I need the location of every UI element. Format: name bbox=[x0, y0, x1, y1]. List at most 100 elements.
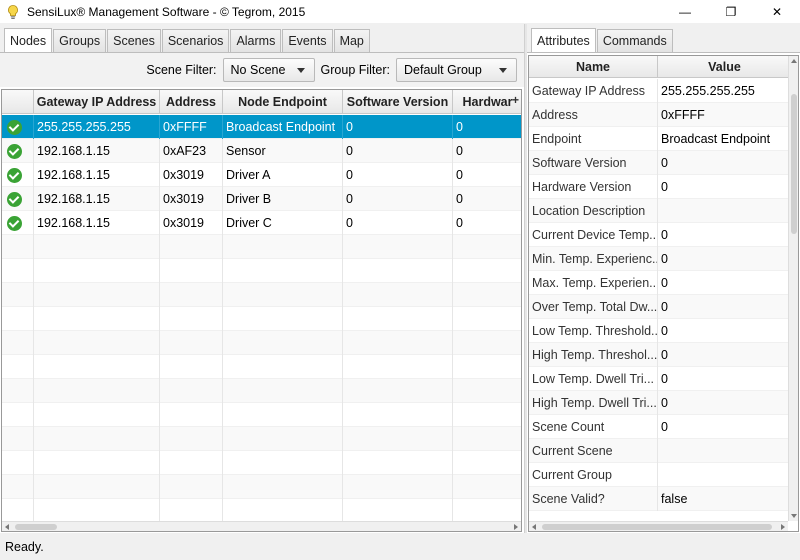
attribute-row[interactable]: Current Device Temp... 0 bbox=[529, 223, 798, 247]
column-header[interactable] bbox=[2, 90, 34, 114]
table-cell bbox=[223, 259, 343, 283]
group-filter-combo[interactable]: Default Group bbox=[396, 58, 517, 82]
tab-nodes[interactable]: Nodes bbox=[4, 28, 53, 52]
right-pane: Attributes Commands Name Value Gateway IP … bbox=[527, 24, 800, 533]
scroll-down-icon[interactable] bbox=[791, 514, 797, 518]
table-cell bbox=[223, 403, 343, 427]
tab-groups[interactable]: Groups bbox=[53, 29, 107, 52]
table-cell: 0 bbox=[453, 211, 521, 235]
attribute-row[interactable]: Current Group bbox=[529, 463, 798, 487]
attribute-row[interactable]: High Temp. Dwell Tri... 0 bbox=[529, 391, 798, 415]
table-cell: 192.168.1.15 bbox=[34, 163, 160, 187]
column-header[interactable]: Software Version bbox=[343, 90, 453, 114]
status-bar: Ready. bbox=[0, 533, 800, 560]
attribute-row[interactable]: Address 0xFFFF bbox=[529, 103, 798, 127]
table-cell: 192.168.1.15 bbox=[34, 187, 160, 211]
table-cell bbox=[34, 331, 160, 355]
scene-filter-value: No Scene bbox=[230, 63, 286, 77]
table-cell: 0x3019 bbox=[160, 211, 223, 235]
attribute-row[interactable]: Scene Count 0 bbox=[529, 415, 798, 439]
table-cell bbox=[343, 427, 453, 451]
attribute-value bbox=[658, 199, 792, 223]
empty-row bbox=[2, 283, 521, 307]
attribute-row[interactable]: Gateway IP Address 255.255.255.255 bbox=[529, 79, 798, 103]
table-cell: 0xFFFF bbox=[160, 115, 223, 139]
attribute-row[interactable]: Hardware Version 0 bbox=[529, 175, 798, 199]
table-cell bbox=[160, 235, 223, 259]
column-header[interactable]: Gateway IP Address bbox=[34, 90, 160, 114]
scrollbar-thumb[interactable] bbox=[542, 524, 772, 530]
status-cell bbox=[2, 115, 34, 139]
attribute-row[interactable]: Endpoint Broadcast Endpoint bbox=[529, 127, 798, 151]
horizontal-scrollbar[interactable] bbox=[529, 521, 788, 531]
empty-row bbox=[2, 379, 521, 403]
attribute-name: Low Temp. Threshold... bbox=[529, 319, 658, 343]
attribute-row[interactable]: Min. Temp. Experienc... 0 bbox=[529, 247, 798, 271]
scroll-up-icon[interactable] bbox=[791, 59, 797, 63]
attribute-value: 255.255.255.255 bbox=[658, 79, 792, 103]
empty-row bbox=[2, 307, 521, 331]
left-tab-bar: Nodes Groups Scenes Scenarios Alarms Events Ma… bbox=[4, 28, 371, 52]
table-cell bbox=[2, 259, 34, 283]
table-row[interactable]: 192.168.1.15 0xAF23 Sensor 0 0 bbox=[2, 139, 521, 163]
tab-alarms[interactable]: Alarms bbox=[230, 29, 282, 52]
scroll-right-icon[interactable] bbox=[781, 524, 785, 530]
status-text: Ready. bbox=[5, 539, 44, 554]
table-row[interactable]: 192.168.1.15 0x3019 Driver C00 bbox=[2, 211, 521, 235]
attribute-row[interactable]: Software Version 0 bbox=[529, 151, 798, 175]
table-row[interactable]: 192.168.1.15 0x3019 Driver A00 bbox=[2, 163, 521, 187]
status-cell bbox=[2, 187, 34, 211]
minimize-button[interactable]: — bbox=[662, 0, 708, 23]
attributes-table[interactable]: Name Value Gateway IP Address 255.255.255.… bbox=[528, 55, 799, 532]
scroll-left-icon[interactable] bbox=[532, 524, 536, 530]
scroll-right-icon[interactable] bbox=[514, 524, 518, 530]
column-header[interactable]: Value bbox=[658, 56, 792, 78]
tab-commands[interactable]: Commands bbox=[596, 29, 673, 52]
vertical-scrollbar[interactable] bbox=[788, 56, 798, 521]
attribute-name: Endpoint bbox=[529, 127, 658, 151]
scrollbar-thumb[interactable] bbox=[791, 94, 797, 234]
column-header[interactable]: Name bbox=[529, 56, 658, 78]
tab-attributes[interactable]: Attributes bbox=[531, 28, 596, 52]
attribute-value: 0 bbox=[658, 319, 792, 343]
tab-map[interactable]: Map bbox=[333, 29, 370, 52]
attribute-row[interactable]: Low Temp. Threshold... 0 bbox=[529, 319, 798, 343]
scroll-left-icon[interactable] bbox=[5, 524, 9, 530]
attribute-row[interactable]: Location Description bbox=[529, 199, 798, 223]
attribute-name: Current Device Temp... bbox=[529, 223, 658, 247]
attribute-row[interactable]: Scene Valid? false bbox=[529, 487, 798, 511]
table-cell bbox=[34, 451, 160, 475]
table-cell bbox=[343, 403, 453, 427]
tab-scenarios[interactable]: Scenarios bbox=[161, 29, 230, 52]
close-button[interactable]: ✕ bbox=[754, 0, 800, 23]
table-cell bbox=[160, 403, 223, 427]
attribute-row[interactable]: High Temp. Threshol... 0 bbox=[529, 343, 798, 367]
table-cell bbox=[34, 403, 160, 427]
attribute-row[interactable]: Max. Temp. Experien... 0 bbox=[529, 271, 798, 295]
column-header[interactable]: Address bbox=[160, 90, 223, 114]
attribute-row[interactable]: Low Temp. Dwell Tri... 0 bbox=[529, 367, 798, 391]
attribute-row[interactable]: Current Scene bbox=[529, 439, 798, 463]
scrollbar-thumb[interactable] bbox=[15, 524, 57, 530]
empty-row bbox=[2, 355, 521, 379]
table-cell bbox=[160, 331, 223, 355]
table-cell: 0 bbox=[343, 187, 453, 211]
attribute-row[interactable]: Over Temp. Total Dw... 0 bbox=[529, 295, 798, 319]
table-cell bbox=[160, 379, 223, 403]
table-cell bbox=[34, 475, 160, 499]
title-bar: SensiLux® Management Software - © Tegrom… bbox=[0, 0, 800, 23]
tab-events[interactable]: Events bbox=[282, 29, 333, 52]
left-pane: Nodes Groups Scenes Scenarios Alarms Events Ma… bbox=[0, 24, 524, 533]
nodes-table[interactable]: Gateway IP Address Address Node Endpoint So… bbox=[1, 89, 522, 532]
tab-scenes[interactable]: Scenes bbox=[107, 29, 161, 52]
table-row[interactable]: 192.168.1.15 0x3019 Driver B00 bbox=[2, 187, 521, 211]
chevron-down-icon bbox=[499, 68, 507, 73]
table-cell: 0 bbox=[453, 187, 521, 211]
table-row[interactable]: 255.255.255.255 0xFFFF Broadcast Endpoint 0… bbox=[2, 115, 521, 139]
table-cell bbox=[223, 331, 343, 355]
horizontal-scrollbar[interactable] bbox=[2, 521, 521, 531]
scene-filter-combo[interactable]: No Scene bbox=[222, 58, 315, 82]
maximize-button[interactable]: ❐ bbox=[708, 0, 754, 23]
column-menu-button[interactable]: + bbox=[512, 93, 519, 107]
column-header[interactable]: Node Endpoint bbox=[223, 90, 343, 114]
